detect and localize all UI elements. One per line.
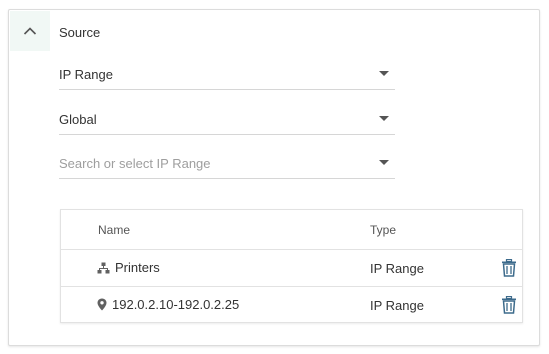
column-header-name: Name (98, 223, 131, 237)
row-type: IP Range (370, 298, 424, 313)
ip-range-search-placeholder: Search or select IP Range (59, 156, 211, 171)
scope-select[interactable]: Global (59, 105, 395, 135)
dropdown-caret-icon (379, 116, 389, 121)
ip-type-select[interactable]: IP Range (59, 60, 395, 90)
network-icon (97, 262, 110, 273)
chevron-up-icon (23, 27, 37, 35)
ip-type-select-value: IP Range (59, 67, 113, 82)
table-row[interactable]: 192.0.2.10-192.0.2.25 IP Range (61, 287, 522, 324)
dropdown-caret-icon (379, 71, 389, 76)
column-header-type: Type (370, 223, 397, 237)
row-type: IP Range (370, 261, 424, 276)
row-name: 192.0.2.10-192.0.2.25 (112, 297, 240, 312)
name-cell: 192.0.2.10-192.0.2.25 (97, 297, 239, 312)
trash-icon[interactable] (501, 259, 517, 277)
dropdown-caret-icon (379, 160, 389, 165)
source-panel: Source IP Range Global Search or select … (8, 9, 540, 346)
collapse-button[interactable] (10, 11, 50, 51)
ip-range-table: Name Type Printers IP Range 192.0.2.10-1… (60, 209, 523, 323)
trash-icon[interactable] (501, 296, 517, 314)
location-pin-icon (97, 298, 107, 311)
scope-select-value: Global (59, 112, 97, 127)
ip-range-search-select[interactable]: Search or select IP Range (59, 149, 395, 179)
section-title: Source (59, 25, 101, 40)
table-row[interactable]: Printers IP Range (61, 250, 522, 287)
name-cell: Printers (97, 260, 160, 275)
row-name: Printers (115, 260, 160, 275)
table-header: Name Type (61, 210, 522, 250)
